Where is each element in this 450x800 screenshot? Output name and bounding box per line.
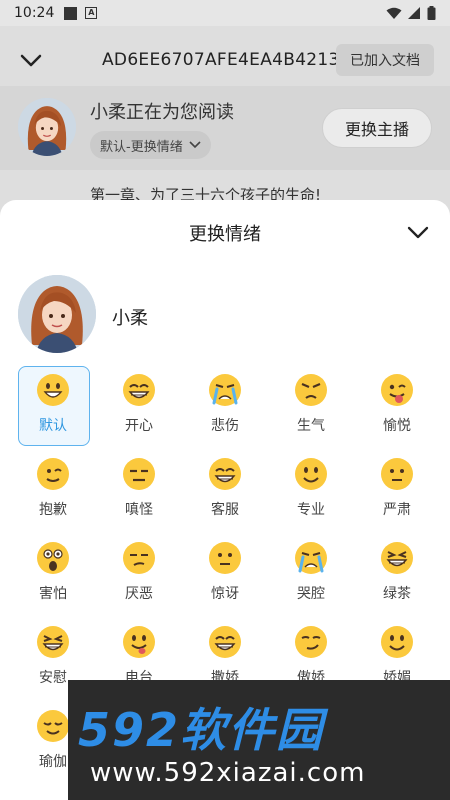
switch-anchor-button[interactable]: 更换主播	[322, 108, 432, 148]
watermark-brand: 592软件园	[78, 703, 325, 757]
emotion-label: 瑜伽	[39, 754, 67, 770]
emotion-label: 严肃	[383, 502, 411, 518]
smile-emoji-icon	[294, 457, 328, 491]
chevron-down-icon	[189, 141, 201, 149]
reader-status-title: 小柔正在为您阅读	[90, 102, 234, 123]
chevron-down-icon	[407, 226, 429, 238]
cry-emoji-icon	[208, 373, 242, 407]
emotion-option[interactable]: 害怕	[10, 534, 96, 618]
emotion-option[interactable]: 专业	[268, 450, 354, 534]
emotion-label: 悲伤	[211, 418, 239, 434]
emotion-label: 害怕	[39, 586, 67, 602]
relieved-emoji-icon	[36, 709, 70, 743]
big-grin-emoji-icon	[208, 457, 242, 491]
emotion-label: 愉悦	[383, 418, 411, 434]
emotion-dropdown[interactable]: 默认-更换情绪	[90, 131, 211, 159]
wifi-icon	[386, 7, 402, 19]
emotion-label: 生气	[297, 418, 325, 434]
emotion-option[interactable]: 嗔怪	[96, 450, 182, 534]
emotion-label: 哭腔	[297, 586, 325, 602]
reader-info-row: 小柔正在为您阅读 默认-更换情绪 更换主播	[0, 86, 450, 170]
chevron-down-icon	[20, 54, 42, 67]
cry-emoji-icon	[294, 541, 328, 575]
angry-emoji-icon	[294, 373, 328, 407]
emotion-option[interactable]: 哭腔	[268, 534, 354, 618]
expressionless-emoji-icon	[122, 457, 156, 491]
anchor-avatar-illustration	[18, 275, 96, 353]
emotion-option[interactable]: 生气	[268, 366, 354, 450]
emotion-label: 绿茶	[383, 586, 411, 602]
collapse-button[interactable]	[16, 48, 46, 74]
smile-emoji-icon	[380, 625, 414, 659]
wink-emoji-icon	[36, 457, 70, 491]
status-time: 10:24	[14, 5, 55, 21]
emotion-label: 专业	[297, 502, 325, 518]
emotion-label: 嗔怪	[125, 502, 153, 518]
anchor-avatar	[18, 275, 96, 353]
emotion-label: 抱歉	[39, 502, 67, 518]
emotion-option[interactable]: 客服	[182, 450, 268, 534]
close-sheet-button[interactable]	[406, 222, 430, 242]
document-id: AD6EE6707AFE4EA4B4213	[102, 50, 340, 70]
emotion-label: 惊讶	[211, 586, 239, 602]
notification-icon	[64, 6, 78, 20]
unamused-emoji-icon	[122, 541, 156, 575]
added-to-doc-button[interactable]: 已加入文档	[336, 44, 434, 76]
emotion-option[interactable]: 悲伤	[182, 366, 268, 450]
sheet-title: 更换情绪	[189, 224, 261, 245]
status-bar: 10:24 A	[0, 0, 450, 26]
emotion-label: 开心	[125, 418, 153, 434]
emotion-option[interactable]: 厌恶	[96, 534, 182, 618]
anchor-name: 小柔	[112, 308, 148, 329]
emotion-label: 安慰	[39, 670, 67, 686]
emotion-label: 客服	[211, 502, 239, 518]
emotion-option[interactable]: 惊讶	[182, 534, 268, 618]
smirk-emoji-icon	[294, 625, 328, 659]
emotion-option[interactable]: 愉悦	[354, 366, 440, 450]
emotion-dropdown-label: 默认-更换情绪	[100, 139, 183, 155]
scared-emoji-icon	[36, 541, 70, 575]
laugh-emoji-icon	[36, 625, 70, 659]
emotion-label: 厌恶	[125, 586, 153, 602]
wink-tongue-emoji-icon	[380, 373, 414, 407]
big-grin-emoji-icon	[122, 373, 156, 407]
laugh-emoji-icon	[380, 541, 414, 575]
big-grin-emoji-icon	[208, 625, 242, 659]
emotion-label: 默认	[39, 418, 67, 434]
emotion-option[interactable]: 绿茶	[354, 534, 440, 618]
watermark-banner: 592软件园 www.592xiazai.com	[68, 680, 450, 800]
a-notification-icon: A	[85, 7, 98, 19]
reader-top-bar: AD6EE6707AFE4EA4B4213 已加入文档	[0, 40, 450, 84]
emotion-option[interactable]: 开心	[96, 366, 182, 450]
emotion-option[interactable]: 严肃	[354, 450, 440, 534]
anchor-avatar-illustration	[18, 98, 76, 156]
tongue-emoji-icon	[122, 625, 156, 659]
neutral-emoji-icon	[380, 457, 414, 491]
watermark-url: www.592xiazai.com	[90, 758, 366, 788]
neutral-emoji-icon	[208, 541, 242, 575]
emotion-option[interactable]: 抱歉	[10, 450, 96, 534]
signal-icon	[408, 6, 420, 19]
grin-emoji-icon	[36, 373, 70, 407]
reader-avatar	[18, 98, 76, 156]
battery-icon	[427, 6, 436, 20]
emotion-option[interactable]: 默认	[10, 366, 96, 450]
